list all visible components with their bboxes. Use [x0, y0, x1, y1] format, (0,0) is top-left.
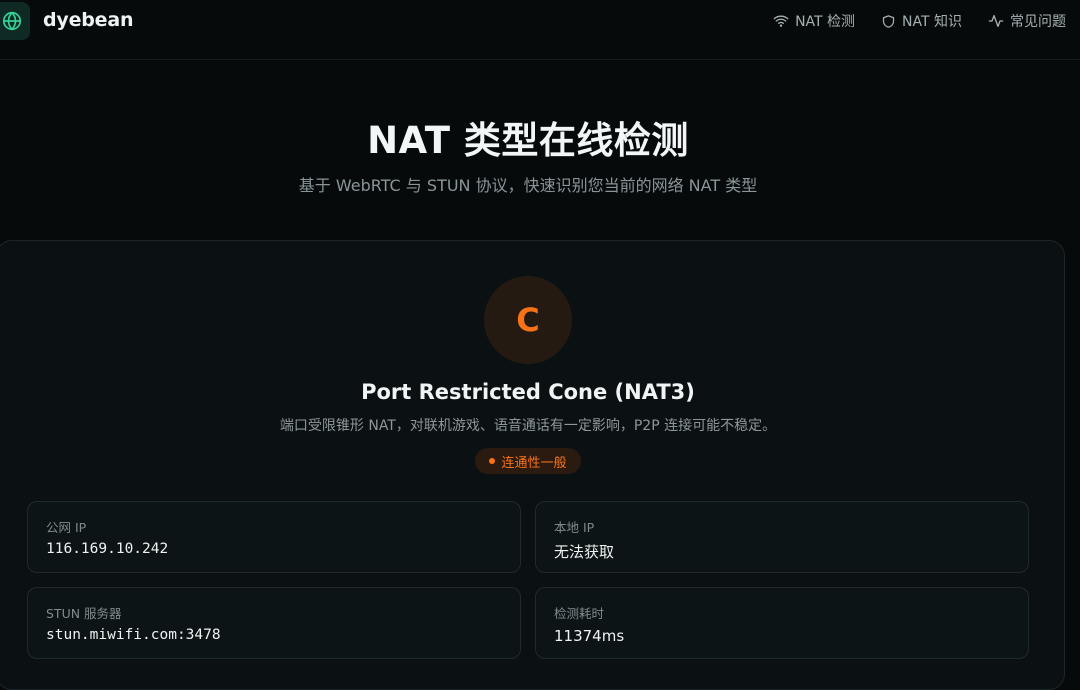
local-ip-box: 本地 IP 无法获取 [535, 501, 1029, 573]
top-header: dyebean NAT 检测 NAT 知识 常见问题 [0, 0, 1080, 60]
nat-grade-icon: C [484, 276, 572, 364]
globe-icon [2, 11, 22, 31]
nav-item-faq[interactable]: 常见问题 [988, 11, 1066, 31]
stun-server-value: stun.miwifi.com:3478 [46, 627, 221, 643]
status-dot-icon [489, 458, 496, 464]
connectivity-badge: 连通性一般 [475, 448, 581, 474]
page-subtitle: 基于 WebRTC 与 STUN 协议，快速识别您当前的网络 NAT 类型 [298, 176, 758, 195]
nav-label: NAT 检测 [795, 14, 856, 30]
info-label: 检测耗时 [554, 606, 605, 621]
main-nav: NAT 检测 NAT 知识 常见问题 [773, 11, 1066, 31]
nav-item-nat-knowledge[interactable]: NAT 知识 [881, 11, 962, 31]
stun-server-box: STUN 服务器 stun.miwifi.com:3478 [27, 587, 521, 659]
nat-type-title: Port Restricted Cone (NAT3) [361, 380, 695, 404]
info-label: STUN 服务器 [46, 606, 122, 621]
nat-type-description: 端口受限锥形 NAT，对联机游戏、语音通话有一定影响，P2P 连接可能不稳定。 [279, 418, 777, 434]
activity-icon [988, 15, 1004, 27]
public-ip-box: 公网 IP 116.169.10.242 [27, 501, 521, 573]
shield-icon [882, 14, 895, 28]
badge-label: 连通性一般 [501, 455, 567, 471]
detection-time-value: 11374ms [554, 627, 625, 645]
info-label: 本地 IP [554, 520, 595, 535]
public-ip-value: 116.169.10.242 [46, 541, 169, 557]
nav-label: 常见问题 [1010, 14, 1066, 30]
wifi-icon [773, 15, 789, 27]
nav-item-nat-detect[interactable]: NAT 检测 [773, 11, 855, 31]
page-title: NAT 类型在线检测 [367, 119, 689, 162]
local-ip-value: 无法获取 [554, 543, 615, 561]
detection-time-box: 检测耗时 11374ms [535, 587, 1029, 659]
logo[interactable] [0, 2, 30, 40]
brand-name[interactable]: dyebean [43, 9, 134, 31]
nav-label: NAT 知识 [902, 14, 962, 30]
info-label: 公网 IP [46, 520, 87, 535]
